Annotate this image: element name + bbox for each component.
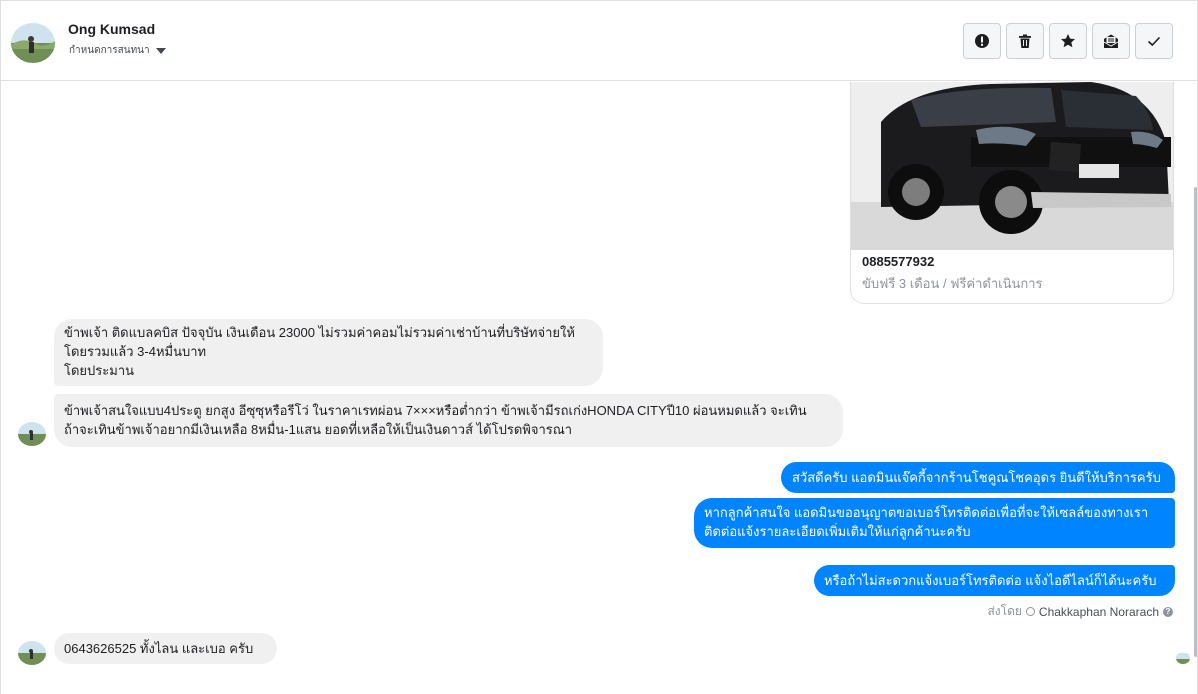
contact-avatar-small[interactable]	[18, 641, 46, 665]
star-icon	[1061, 34, 1075, 48]
card-subtitle: ขับฟรี 3 เดือน / ฟรีค่าดำเนินการ	[862, 276, 1043, 291]
message-line: หรือถ้าไม่สะดวกแจ้งเบอร์โทรติดต่อ แจ้งไอ…	[824, 573, 1157, 588]
incoming-message[interactable]: 0643626525 ทั้งไลน และเบอ ครับ	[54, 633, 277, 664]
outgoing-message[interactable]: หรือถ้าไม่สะดวกแจ้งเบอร์โทรติดต่อ แจ้งไอ…	[814, 565, 1175, 596]
delete-button[interactable]	[1006, 23, 1044, 59]
mark-unread-icon	[1103, 34, 1119, 48]
message-thread: 0885577932 ขับฟรี 3 เดือน / ฟรีค่าดำเนิน…	[1, 82, 1197, 694]
message-line: โดยประมาน	[64, 363, 135, 378]
caret-down-icon	[155, 47, 166, 54]
contact-name[interactable]: Ong Kumsad	[68, 21, 155, 37]
help-icon[interactable]: ?	[1163, 606, 1173, 617]
admin-status-icon	[1025, 607, 1035, 616]
mark-done-button[interactable]	[1135, 23, 1173, 59]
message-line: ถ้าจะเทินข้าพเจ้าอยากมีเงินเหลือ 8หมื่น-…	[64, 422, 573, 437]
pickup-truck-image	[851, 82, 1173, 250]
outgoing-message[interactable]: สวัสดีครับ แอดมินแจ๊คกี้จากร้านโชคูณโชคอ…	[781, 462, 1175, 493]
sent-by-name[interactable]: Chakkaphan Norarach	[1039, 605, 1159, 619]
card-title: 0885577932	[862, 254, 935, 269]
check-icon	[1147, 36, 1161, 47]
trash-icon	[1019, 34, 1031, 48]
message-line: สวัสดีครับ แอดมินแจ๊คกี้จากร้านโชคูณโชคอ…	[792, 470, 1161, 485]
contact-avatar[interactable]	[11, 23, 55, 63]
message-line: ข้าพเจ้า ติดแบลคบิส ปัจจุบัน เงินเดือน 2…	[64, 325, 575, 340]
message-line: ข้าพเจ้าสนใจแบบ4ประตู ยกสูง อีซุซุหรือรี…	[64, 403, 807, 418]
message-line: 0643626525 ทั้งไลน และเบอ ครับ	[64, 641, 254, 656]
message-line: โดยรวมแล้ว 3-4หมื่นบาท	[64, 344, 207, 359]
conversation-header: Ong Kumsad กำหนดการสนทนา	[1, 1, 1197, 81]
contact-avatar-small[interactable]	[18, 422, 46, 446]
ad-reply-card[interactable]: 0885577932 ขับฟรี 3 เดือน / ฟรีค่าดำเนิน…	[850, 82, 1174, 304]
thread-scrollbar[interactable]	[1194, 187, 1197, 657]
inbox-conversation-panel: Ong Kumsad กำหนดการสนทนา 0885577932 ขับฟ…	[0, 0, 1198, 694]
outgoing-message[interactable]: หากลูกค้าสนใจ แอดมินขออนุญาตขอเบอร์โทรติ…	[694, 498, 1175, 548]
conversation-toolbar	[963, 23, 1173, 59]
sent-by-prefix: ส่งโดย	[987, 604, 1022, 618]
seen-indicator-avatar	[1176, 652, 1190, 664]
assign-conversation-dropdown[interactable]: กำหนดการสนทนา	[69, 43, 166, 58]
star-button[interactable]	[1049, 23, 1087, 59]
incoming-message[interactable]: ข้าพเจ้า ติดแบลคบิส ปัจจุบัน เงินเดือน 2…	[54, 319, 603, 386]
assign-label: กำหนดการสนทนา	[69, 45, 150, 56]
message-line: ติดต่อแจ้งรายละเอียดเพิ่มเติมให้แก่ลูกค้…	[704, 524, 971, 539]
sent-by-info: ส่งโดย Chakkaphan Norarach ?	[987, 602, 1173, 621]
exclamation-icon	[975, 34, 989, 48]
message-line: หากลูกค้าสนใจ แอดมินขออนุญาตขอเบอร์โทรติ…	[704, 505, 1149, 520]
mark-unread-button[interactable]	[1092, 23, 1130, 59]
incoming-message[interactable]: ข้าพเจ้าสนใจแบบ4ประตู ยกสูง อีซุซุหรือรี…	[54, 394, 843, 447]
spam-button[interactable]	[963, 23, 1001, 59]
